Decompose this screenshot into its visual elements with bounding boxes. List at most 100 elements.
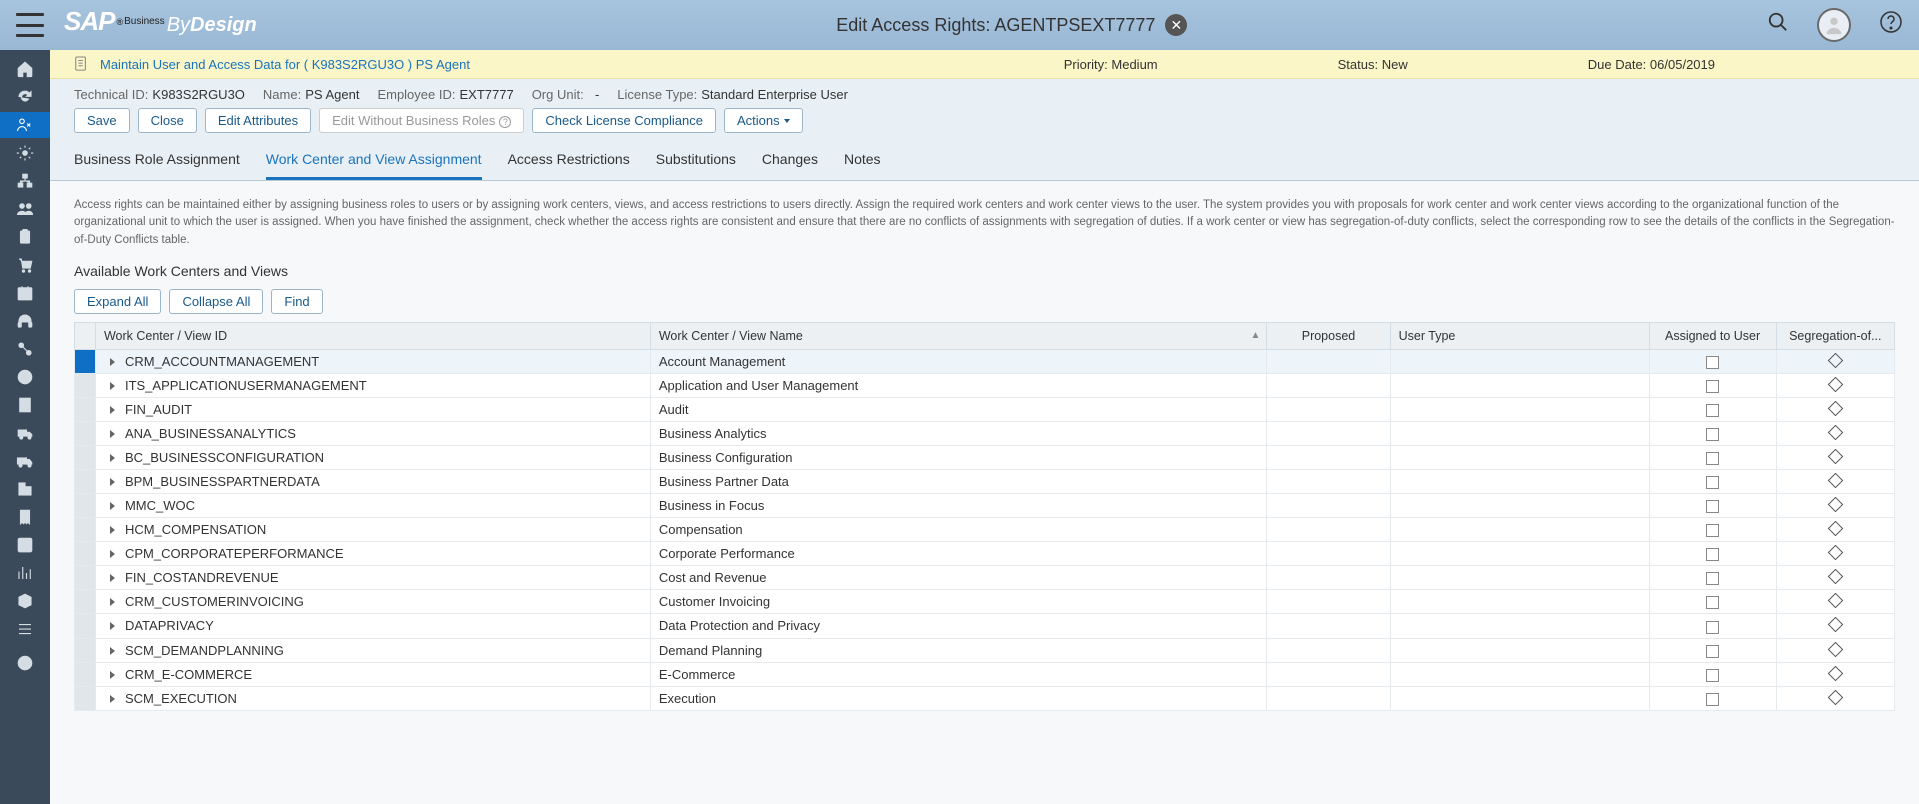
- sidebar-item-home[interactable]: [0, 56, 50, 82]
- table-row[interactable]: CRM_ACCOUNTMANAGEMENTAccount Management: [75, 349, 1895, 373]
- diamond-icon[interactable]: [1828, 617, 1844, 633]
- diamond-icon[interactable]: [1828, 353, 1844, 369]
- assigned-checkbox[interactable]: [1706, 524, 1719, 537]
- sidebar-item-building[interactable]: [0, 392, 50, 418]
- save-button[interactable]: Save: [74, 108, 130, 133]
- sidebar-item-play[interactable]: [0, 532, 50, 558]
- sidebar-item-users[interactable]: [0, 196, 50, 222]
- chevron-right-icon[interactable]: [110, 454, 115, 462]
- row-handle[interactable]: [75, 373, 96, 397]
- row-handle[interactable]: [75, 686, 96, 710]
- row-handle[interactable]: [75, 590, 96, 614]
- notification-link[interactable]: Maintain User and Access Data for ( K983…: [100, 57, 470, 72]
- diamond-icon[interactable]: [1828, 449, 1844, 465]
- chevron-right-icon[interactable]: [110, 478, 115, 486]
- sidebar-item-clipboard[interactable]: [0, 224, 50, 250]
- chevron-right-icon[interactable]: [110, 574, 115, 582]
- sidebar-item-analytics[interactable]: [0, 560, 50, 586]
- diamond-icon[interactable]: [1828, 425, 1844, 441]
- assigned-checkbox[interactable]: [1706, 452, 1719, 465]
- row-handle[interactable]: [75, 638, 96, 662]
- chevron-right-icon[interactable]: [110, 647, 115, 655]
- table-row[interactable]: HCM_COMPENSATIONCompensation: [75, 518, 1895, 542]
- row-handle[interactable]: [75, 470, 96, 494]
- chevron-right-icon[interactable]: [110, 358, 115, 366]
- sidebar-item-clock[interactable]: [0, 650, 50, 676]
- chevron-right-icon[interactable]: [110, 598, 115, 606]
- sidebar-item-gear[interactable]: [0, 140, 50, 166]
- col-assigned[interactable]: Assigned to User: [1649, 322, 1776, 349]
- sidebar-item-headset[interactable]: [0, 308, 50, 334]
- edit-attributes-button[interactable]: Edit Attributes: [205, 108, 311, 133]
- chevron-right-icon[interactable]: [110, 526, 115, 534]
- table-row[interactable]: DATAPRIVACYData Protection and Privacy: [75, 614, 1895, 638]
- diamond-icon[interactable]: [1828, 473, 1844, 489]
- search-icon[interactable]: [1767, 11, 1789, 39]
- diamond-icon[interactable]: [1828, 521, 1844, 537]
- table-row[interactable]: CRM_E-COMMERCEE-Commerce: [75, 662, 1895, 686]
- sidebar-item-globe[interactable]: [0, 364, 50, 390]
- diamond-icon[interactable]: [1828, 689, 1844, 705]
- chevron-right-icon[interactable]: [110, 382, 115, 390]
- avatar[interactable]: [1817, 8, 1851, 42]
- check-license-button[interactable]: Check License Compliance: [532, 108, 716, 133]
- actions-button[interactable]: Actions: [724, 108, 803, 133]
- row-handle[interactable]: [75, 421, 96, 445]
- assigned-checkbox[interactable]: [1706, 548, 1719, 561]
- assigned-checkbox[interactable]: [1706, 596, 1719, 609]
- diamond-icon[interactable]: [1828, 377, 1844, 393]
- tab-substitutions[interactable]: Substitutions: [656, 141, 736, 180]
- tab-access-restrictions[interactable]: Access Restrictions: [508, 141, 630, 180]
- close-icon[interactable]: ✕: [1165, 14, 1187, 36]
- sidebar-item-cube[interactable]: [0, 588, 50, 614]
- find-button[interactable]: Find: [271, 289, 322, 314]
- chevron-right-icon[interactable]: [110, 550, 115, 558]
- sidebar-item-refresh[interactable]: [0, 84, 50, 110]
- diamond-icon[interactable]: [1828, 545, 1844, 561]
- assigned-checkbox[interactable]: [1706, 476, 1719, 489]
- sidebar-item-truck[interactable]: [0, 448, 50, 474]
- tab-changes[interactable]: Changes: [762, 141, 818, 180]
- table-row[interactable]: FIN_AUDITAudit: [75, 397, 1895, 421]
- sidebar-item-link[interactable]: [0, 336, 50, 362]
- chevron-right-icon[interactable]: [110, 430, 115, 438]
- col-user-type[interactable]: User Type: [1390, 322, 1649, 349]
- menu-icon[interactable]: [16, 13, 44, 37]
- row-handle[interactable]: [75, 446, 96, 470]
- sidebar-item-cart[interactable]: [0, 252, 50, 278]
- sidebar-item-receipt[interactable]: [0, 504, 50, 530]
- col-proposed[interactable]: Proposed: [1267, 322, 1390, 349]
- expand-all-button[interactable]: Expand All: [74, 289, 161, 314]
- row-handle[interactable]: [75, 566, 96, 590]
- row-handle[interactable]: [75, 662, 96, 686]
- chevron-right-icon[interactable]: [110, 406, 115, 414]
- table-row[interactable]: MMC_WOCBusiness in Focus: [75, 494, 1895, 518]
- chevron-right-icon[interactable]: [110, 622, 115, 630]
- row-handle[interactable]: [75, 518, 96, 542]
- table-row[interactable]: SCM_EXECUTIONExecution: [75, 686, 1895, 710]
- assigned-checkbox[interactable]: [1706, 693, 1719, 706]
- assigned-checkbox[interactable]: [1706, 645, 1719, 658]
- help-icon[interactable]: [1879, 10, 1903, 40]
- assigned-checkbox[interactable]: [1706, 380, 1719, 393]
- row-handle[interactable]: [75, 614, 96, 638]
- sidebar-item-org[interactable]: [0, 168, 50, 194]
- table-row[interactable]: ANA_BUSINESSANALYTICSBusiness Analytics: [75, 421, 1895, 445]
- assigned-checkbox[interactable]: [1706, 428, 1719, 441]
- diamond-icon[interactable]: [1828, 497, 1844, 513]
- diamond-icon[interactable]: [1828, 641, 1844, 657]
- sidebar-item-list[interactable]: [0, 616, 50, 642]
- diamond-icon[interactable]: [1828, 665, 1844, 681]
- sidebar-item-delivery[interactable]: [0, 420, 50, 446]
- row-handle[interactable]: [75, 349, 96, 373]
- assigned-checkbox[interactable]: [1706, 356, 1719, 369]
- assigned-checkbox[interactable]: [1706, 404, 1719, 417]
- table-row[interactable]: FIN_COSTANDREVENUECost and Revenue: [75, 566, 1895, 590]
- table-row[interactable]: ITS_APPLICATIONUSERMANAGEMENTApplication…: [75, 373, 1895, 397]
- sidebar-item-access-rights[interactable]: [0, 112, 50, 138]
- collapse-all-button[interactable]: Collapse All: [169, 289, 263, 314]
- assigned-checkbox[interactable]: [1706, 669, 1719, 682]
- tab-notes[interactable]: Notes: [844, 141, 881, 180]
- col-work-center-name[interactable]: Work Center / View Name▲: [650, 322, 1267, 349]
- chevron-right-icon[interactable]: [110, 671, 115, 679]
